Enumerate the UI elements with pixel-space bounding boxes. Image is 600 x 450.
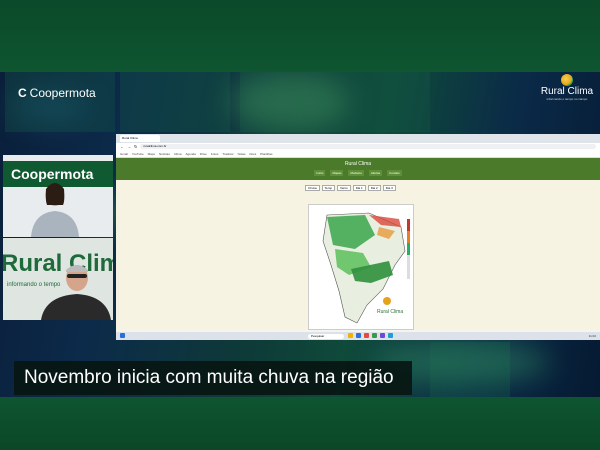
site-nav: Início Mapas Modelos Alertas Contato	[314, 170, 402, 176]
map-logo-sun-icon	[383, 297, 391, 305]
map-controls: Chuva Temp Vento Dia 1 Dia 2 Dia 3	[305, 185, 396, 191]
rural-clima-name: Rural Clima	[540, 86, 594, 97]
app-icon[interactable]	[388, 333, 393, 338]
shared-screen: Rural Clima ← → ↻ ruralclima.com.br Gmai…	[116, 134, 600, 340]
coopermota-name: Coopermota	[29, 86, 96, 100]
bookmark-link[interactable]: Maps	[148, 152, 155, 156]
top-band	[0, 0, 600, 72]
bookmark-link[interactable]: Clima	[174, 152, 182, 156]
map-control-button[interactable]: Vento	[337, 185, 351, 191]
bookmark-link[interactable]: Agenda	[186, 152, 196, 156]
site-body: Chuva Temp Vento Dia 1 Dia 2 Dia 3 Rural Clim…	[116, 180, 600, 330]
rural-clima-logo: Rural Clima informando o tempo no campo	[540, 74, 594, 101]
windows-start-icon[interactable]	[120, 333, 125, 338]
site-header: Rural Clima Início Mapas Modelos Alertas Con…	[116, 158, 600, 180]
bookmarks-bar: Gmail YouTube Maps Notícias Clima Agenda Drive…	[116, 150, 600, 158]
chrome-icon[interactable]	[364, 333, 369, 338]
windows-taskbar: Pesquisar 11:02	[116, 332, 600, 340]
rainfall-map: Rural Clima	[308, 204, 414, 330]
bottom-band	[0, 397, 600, 450]
folder-icon[interactable]	[348, 333, 353, 338]
url-input[interactable]: ruralclima.com.br	[140, 144, 596, 149]
site-nav-item[interactable]: Contato	[387, 170, 402, 176]
app-icon[interactable]	[380, 333, 385, 338]
site-nav-item[interactable]: Modelos	[348, 170, 364, 176]
site-nav-item[interactable]: Início	[314, 170, 326, 176]
site-nav-item[interactable]: Mapas	[330, 170, 344, 176]
back-icon[interactable]: ←	[120, 144, 124, 149]
map-control-button[interactable]: Dia 2	[367, 185, 381, 191]
aurora-glow	[230, 72, 350, 132]
map-logo-text: Rural Clima	[377, 309, 403, 315]
webcam-presenter-1: Coopermota	[3, 155, 113, 237]
rural-clima-tagline: informando o tempo no campo	[546, 97, 588, 101]
bookmark-link[interactable]: Tradutor	[222, 152, 233, 156]
site-nav-item[interactable]: Alertas	[368, 170, 383, 176]
taskbar-clock: 11:02	[588, 334, 596, 338]
browser-tab[interactable]: Rural Clima	[120, 135, 160, 142]
bookmark-link[interactable]: Notas	[238, 152, 246, 156]
map-control-button[interactable]: Temp	[321, 185, 336, 191]
bg-tile	[350, 72, 430, 132]
map-control-button[interactable]: Chuva	[305, 185, 320, 191]
edge-icon[interactable]	[356, 333, 361, 338]
bookmark-link[interactable]: Gmail	[120, 152, 128, 156]
bg-tile	[120, 72, 230, 132]
coopermota-mark-icon: C	[18, 86, 27, 100]
taskbar-search[interactable]: Pesquisar	[308, 333, 344, 339]
map-control-button[interactable]: Dia 1	[352, 185, 366, 191]
bookmark-link[interactable]: Fotos	[211, 152, 219, 156]
sun-icon	[561, 74, 573, 86]
bookmark-link[interactable]: Drive	[200, 152, 207, 156]
webcam-presenter-2: Rural Clima informando o tempo	[3, 238, 113, 320]
presenter-silhouette	[41, 265, 111, 320]
reload-icon[interactable]: ↻	[134, 144, 137, 149]
bookmark-link[interactable]: Notícias	[159, 152, 170, 156]
app-icon[interactable]	[372, 333, 377, 338]
lower-third-caption: Novembro inicia com muita chuva na regiã…	[14, 361, 412, 395]
forward-icon[interactable]: →	[127, 144, 131, 149]
site-title: Rural Clima	[344, 161, 372, 167]
bookmark-link[interactable]: Docs	[249, 152, 256, 156]
bookmark-link[interactable]: YouTube	[132, 152, 144, 156]
browser-tab-strip: Rural Clima	[116, 134, 600, 143]
browser-address-bar: ← → ↻ ruralclima.com.br	[116, 143, 600, 150]
bookmark-link[interactable]: Planilhas	[260, 152, 272, 156]
presenter-silhouette	[31, 183, 79, 237]
map-control-button[interactable]: Dia 3	[382, 185, 396, 191]
coopermota-logo: C Coopermota	[18, 86, 96, 100]
